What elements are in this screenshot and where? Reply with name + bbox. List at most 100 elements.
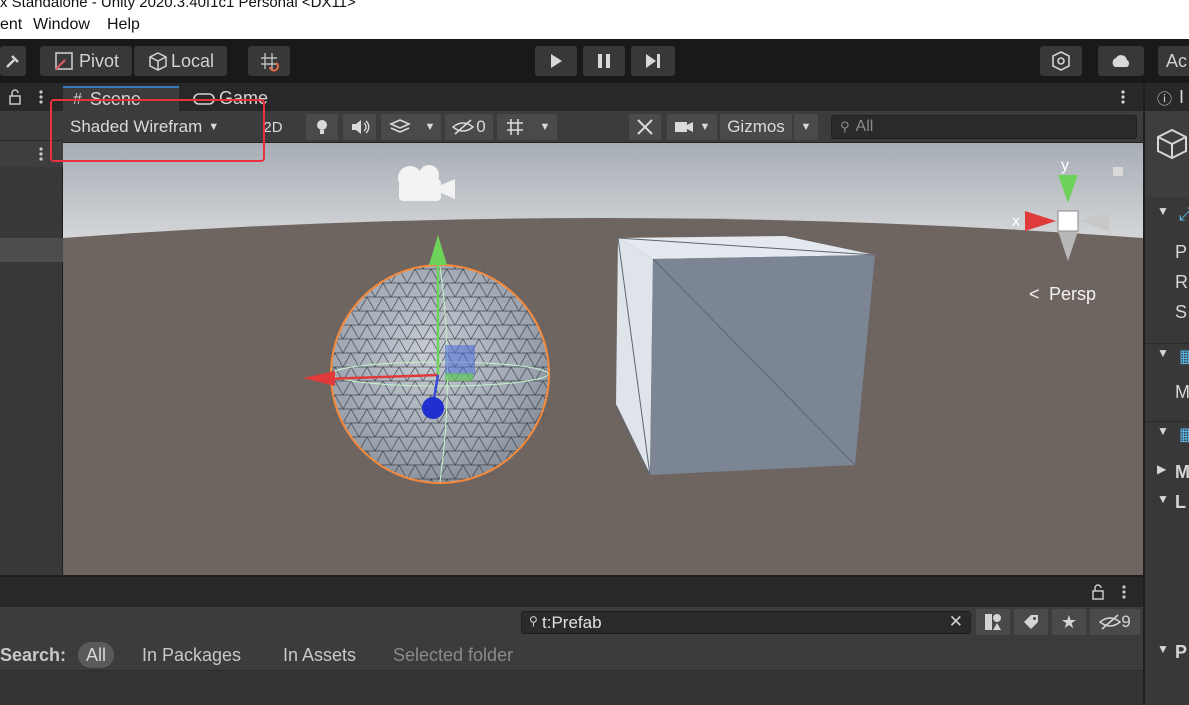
speaker-icon xyxy=(351,120,369,134)
foldout-arrow-icon: ▼ xyxy=(1157,204,1169,218)
pause-icon xyxy=(598,54,610,68)
ground-grid xyxy=(63,218,1143,575)
camera-settings-button[interactable]: ▼ xyxy=(667,114,717,140)
scope-in-packages[interactable]: In Packages xyxy=(134,642,249,668)
gizmos-dropdown[interactable]: ▼ xyxy=(794,114,818,140)
cloud-button[interactable] xyxy=(1098,46,1144,76)
effects-toggle-button[interactable] xyxy=(381,114,419,140)
eye-hidden-icon xyxy=(1099,614,1122,630)
scope-in-assets[interactable]: In Assets xyxy=(275,642,364,668)
xz-plane-handle[interactable] xyxy=(445,373,473,381)
tag-icon xyxy=(1024,615,1038,629)
favorites-button[interactable]: ★ xyxy=(1052,609,1086,635)
more-options-icon[interactable] xyxy=(38,89,44,105)
highlight-annotation xyxy=(50,99,265,162)
pivot-toggle-button[interactable]: Pivot xyxy=(40,46,132,76)
lighting-toggle-button[interactable] xyxy=(306,114,338,140)
light-bulb-icon xyxy=(317,120,327,134)
account-button[interactable]: Ac xyxy=(1158,46,1189,76)
scope-all[interactable]: All xyxy=(78,642,115,668)
local-toggle-button[interactable]: Local xyxy=(134,46,227,76)
grid-snap-button[interactable] xyxy=(248,46,290,76)
window-title-bar: x Standalone - Unity 2020.3.40f1c1 Perso… xyxy=(0,0,1189,12)
inspector-panel: ⓘ I ▼ ⤢ P R S ▼ ▦ M ▼ ▦ ▶ M ▼ L ▼ P xyxy=(1143,83,1189,705)
search-by-label-button[interactable] xyxy=(1014,609,1048,635)
materials-row[interactable]: ▶ M xyxy=(1145,462,1189,486)
persp-label[interactable]: Persp xyxy=(1049,284,1096,304)
scene-more-icon[interactable] xyxy=(1120,89,1126,105)
inspector-tab[interactable]: ⓘ I xyxy=(1145,83,1189,111)
chevron-down-icon: ▼ xyxy=(699,121,711,133)
scale-label: S xyxy=(1175,302,1188,322)
menu-item-window[interactable]: Window xyxy=(33,16,90,34)
main-toolbar: Pivot Local Ac xyxy=(0,39,1189,83)
effects-dropdown[interactable]: ▼ xyxy=(419,114,441,140)
scale-row: S xyxy=(1145,302,1189,326)
play-button[interactable] xyxy=(535,46,577,76)
mesh-filter-header[interactable]: ▼ ▦ xyxy=(1145,346,1189,370)
cloud-icon xyxy=(1112,55,1130,67)
gizmo-center-cube[interactable] xyxy=(1057,210,1079,232)
divider xyxy=(1145,421,1189,422)
gizmos-button[interactable]: Gizmos xyxy=(720,114,792,140)
gizmo-lock-icon[interactable] xyxy=(1113,167,1123,176)
hidden-packages-button[interactable]: 9 xyxy=(1090,609,1140,635)
xy-plane-handle[interactable] xyxy=(445,345,475,375)
tools-icon xyxy=(6,55,19,68)
inspector-tab-label: I xyxy=(1179,87,1185,107)
probes-label: P xyxy=(1175,642,1188,662)
cube-object[interactable] xyxy=(615,236,876,476)
pause-button[interactable] xyxy=(583,46,625,76)
position-row: P xyxy=(1145,242,1189,266)
scene-visibility-button[interactable]: 0 xyxy=(445,114,493,140)
axis-x-label: x xyxy=(1012,213,1020,230)
collab-button[interactable] xyxy=(1040,46,1082,76)
clear-search-icon[interactable]: ✕ xyxy=(949,612,963,632)
rotation-row: R xyxy=(1145,272,1189,296)
step-button[interactable] xyxy=(631,46,675,76)
divider xyxy=(1145,343,1189,344)
position-label: P xyxy=(1175,242,1188,262)
collab-icon xyxy=(1052,51,1070,71)
more-options-icon[interactable] xyxy=(1121,584,1127,600)
audio-toggle-button[interactable] xyxy=(343,114,376,140)
tools-button[interactable] xyxy=(0,46,26,76)
scene-canvas[interactable]: x y < Persp xyxy=(63,143,1143,575)
pivot-label: Pivot xyxy=(78,50,120,71)
grid-snap-icon xyxy=(261,53,279,72)
scene-tools-button[interactable] xyxy=(629,114,661,140)
mesh-renderer-header[interactable]: ▼ ▦ xyxy=(1145,424,1189,448)
inspector-object-header xyxy=(1145,111,1189,197)
grid-icon xyxy=(507,119,523,135)
grid-dropdown[interactable]: ▼ xyxy=(533,114,557,140)
search-by-type-button[interactable] xyxy=(976,609,1010,635)
play-icon xyxy=(551,54,562,68)
mesh-filter-icon: ▦ xyxy=(1179,346,1189,366)
menu-item-component[interactable]: ent xyxy=(0,16,22,34)
scope-selected-folder[interactable]: Selected folder xyxy=(385,642,521,668)
lighting-row[interactable]: ▼ L xyxy=(1145,492,1189,516)
mesh-renderer-icon: ▦ xyxy=(1179,424,1189,444)
probes-row[interactable]: ▼ P xyxy=(1145,642,1189,666)
scene-search-input[interactable]: ⚲ All xyxy=(831,115,1137,139)
info-icon: ⓘ xyxy=(1157,91,1173,108)
transform-header[interactable]: ▼ ⤢ xyxy=(1145,204,1189,228)
search-icon: ⚲ xyxy=(529,614,538,628)
lock-icon[interactable] xyxy=(8,89,22,105)
grid-toggle-button[interactable] xyxy=(497,114,533,140)
hierarchy-selected-item[interactable] xyxy=(0,238,63,262)
scene-viewport[interactable]: x y < Persp xyxy=(63,143,1143,575)
project-search-input[interactable]: ⚲ t:Prefab ✕ xyxy=(521,611,971,634)
scene-options-icon[interactable] xyxy=(38,146,44,162)
menu-item-help[interactable]: Help xyxy=(107,16,140,34)
project-results-area[interactable] xyxy=(0,671,1143,705)
z-handle-icon[interactable] xyxy=(422,397,444,419)
step-icon xyxy=(646,54,660,68)
tools-cross-icon xyxy=(637,119,653,135)
hidden-count: 0 xyxy=(476,117,486,136)
materials-label: M xyxy=(1175,462,1189,482)
lock-icon[interactable] xyxy=(1091,584,1105,600)
transform-icon: ⤢ xyxy=(1179,204,1189,224)
effects-layers-icon xyxy=(389,119,411,133)
chevron-down-icon: ▼ xyxy=(800,121,812,133)
